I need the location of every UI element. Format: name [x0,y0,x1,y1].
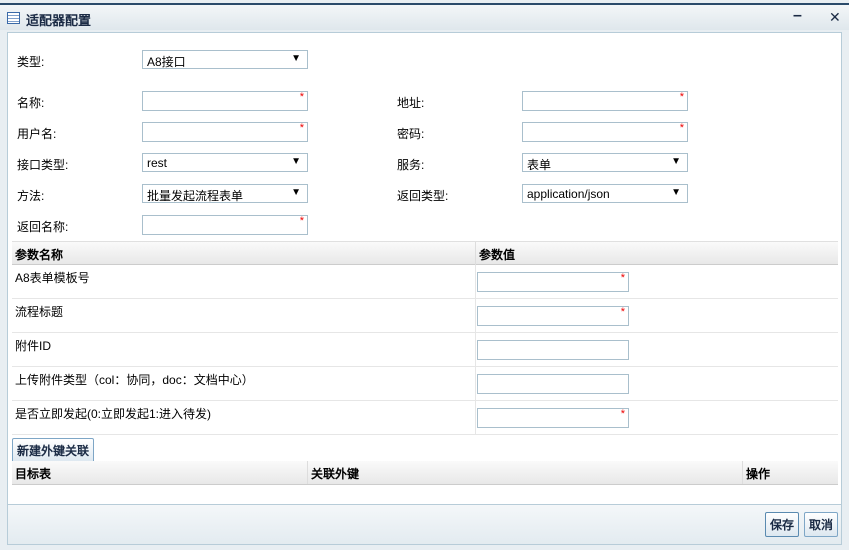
type-select[interactable]: A8接口 ▼ [142,50,308,69]
return-name-label: 返回名称: [17,220,69,234]
column-divider [475,265,476,298]
param-row: A8表单模板号 * [12,265,838,299]
required-mark: * [679,91,684,103]
address-input[interactable]: * [522,91,688,111]
name-label: 名称: [17,96,45,110]
name-input[interactable]: * [142,91,308,111]
return-name-input[interactable]: * [142,215,308,235]
param-name: 流程标题 [15,305,64,319]
iface-type-label: 接口类型: [17,158,69,172]
iface-type-value: rest [147,156,168,170]
param-name: A8表单模板号 [15,271,90,285]
password-label: 密码: [397,127,425,141]
required-mark: * [620,272,625,284]
param-name: 是否立即发起(0:立即发起1:进入待发) [15,407,212,421]
column-divider [475,333,476,366]
return-type-select[interactable]: application/json ▼ [522,184,688,203]
method-value: 批量发起流程表单 [147,189,244,203]
column-divider [475,401,476,434]
required-mark: * [299,215,304,227]
title-bar[interactable]: 适配器配置 – ✕ [0,3,849,30]
param-name: 附件ID [15,339,52,353]
service-select[interactable]: 表单 ▼ [522,153,688,172]
new-foreign-key-button[interactable]: 新建外键关联 [12,438,95,463]
password-input[interactable]: * [522,122,688,142]
minimize-button[interactable]: – [793,7,802,25]
required-mark: * [620,306,625,318]
header-foreign-key: 关联外键 [307,461,362,484]
table-icon [7,12,20,24]
return-type-label: 返回类型: [397,189,449,203]
save-button[interactable]: 保存 [765,512,800,537]
required-mark: * [679,122,684,134]
param-row: 附件ID [12,333,838,367]
param-row: 是否立即发起(0:立即发起1:进入待发) * [12,401,838,435]
dropdown-arrow-icon: ▼ [291,156,301,167]
type-label: 类型: [17,55,45,69]
dropdown-arrow-icon: ▼ [671,156,681,167]
type-value: A8接口 [147,55,186,69]
close-button[interactable]: ✕ [829,9,841,26]
header-target-table: 目标表 [15,467,52,481]
method-select[interactable]: 批量发起流程表单 ▼ [142,184,308,203]
param-value-input[interactable] [477,340,629,360]
param-value-input[interactable] [477,374,629,394]
address-label: 地址: [397,96,425,110]
username-input[interactable]: * [142,122,308,142]
param-value-input[interactable]: * [477,306,629,326]
column-divider [475,299,476,332]
service-label: 服务: [397,158,425,172]
required-mark: * [299,91,304,103]
method-label: 方法: [17,189,45,203]
username-label: 用户名: [17,127,57,141]
dropdown-arrow-icon: ▼ [671,187,681,198]
return-type-value: application/json [527,187,610,201]
header-param-value: 参数值 [475,242,518,265]
required-mark: * [620,408,625,420]
window-title: 适配器配置 [26,13,92,28]
params-table-header: 参数名称 参数值 [12,241,838,265]
fk-table-header: 目标表 关联外键 操作 [12,461,838,485]
required-mark: * [299,122,304,134]
param-name: 上传附件类型（col：协同，doc：文档中心） [15,373,254,387]
iface-type-select[interactable]: rest ▼ [142,153,308,172]
cancel-button[interactable]: 取消 [804,512,839,537]
param-value-input[interactable]: * [477,272,629,292]
dropdown-arrow-icon: ▼ [291,187,301,198]
dialog-footer [7,505,842,545]
service-value: 表单 [527,158,552,172]
dropdown-arrow-icon: ▼ [291,53,301,64]
param-row: 上传附件类型（col：协同，doc：文档中心） [12,367,838,401]
column-divider [475,367,476,400]
header-param-name: 参数名称 [15,248,64,262]
header-actions: 操作 [742,461,773,484]
param-value-input[interactable]: * [477,408,629,428]
param-row: 流程标题 * [12,299,838,333]
